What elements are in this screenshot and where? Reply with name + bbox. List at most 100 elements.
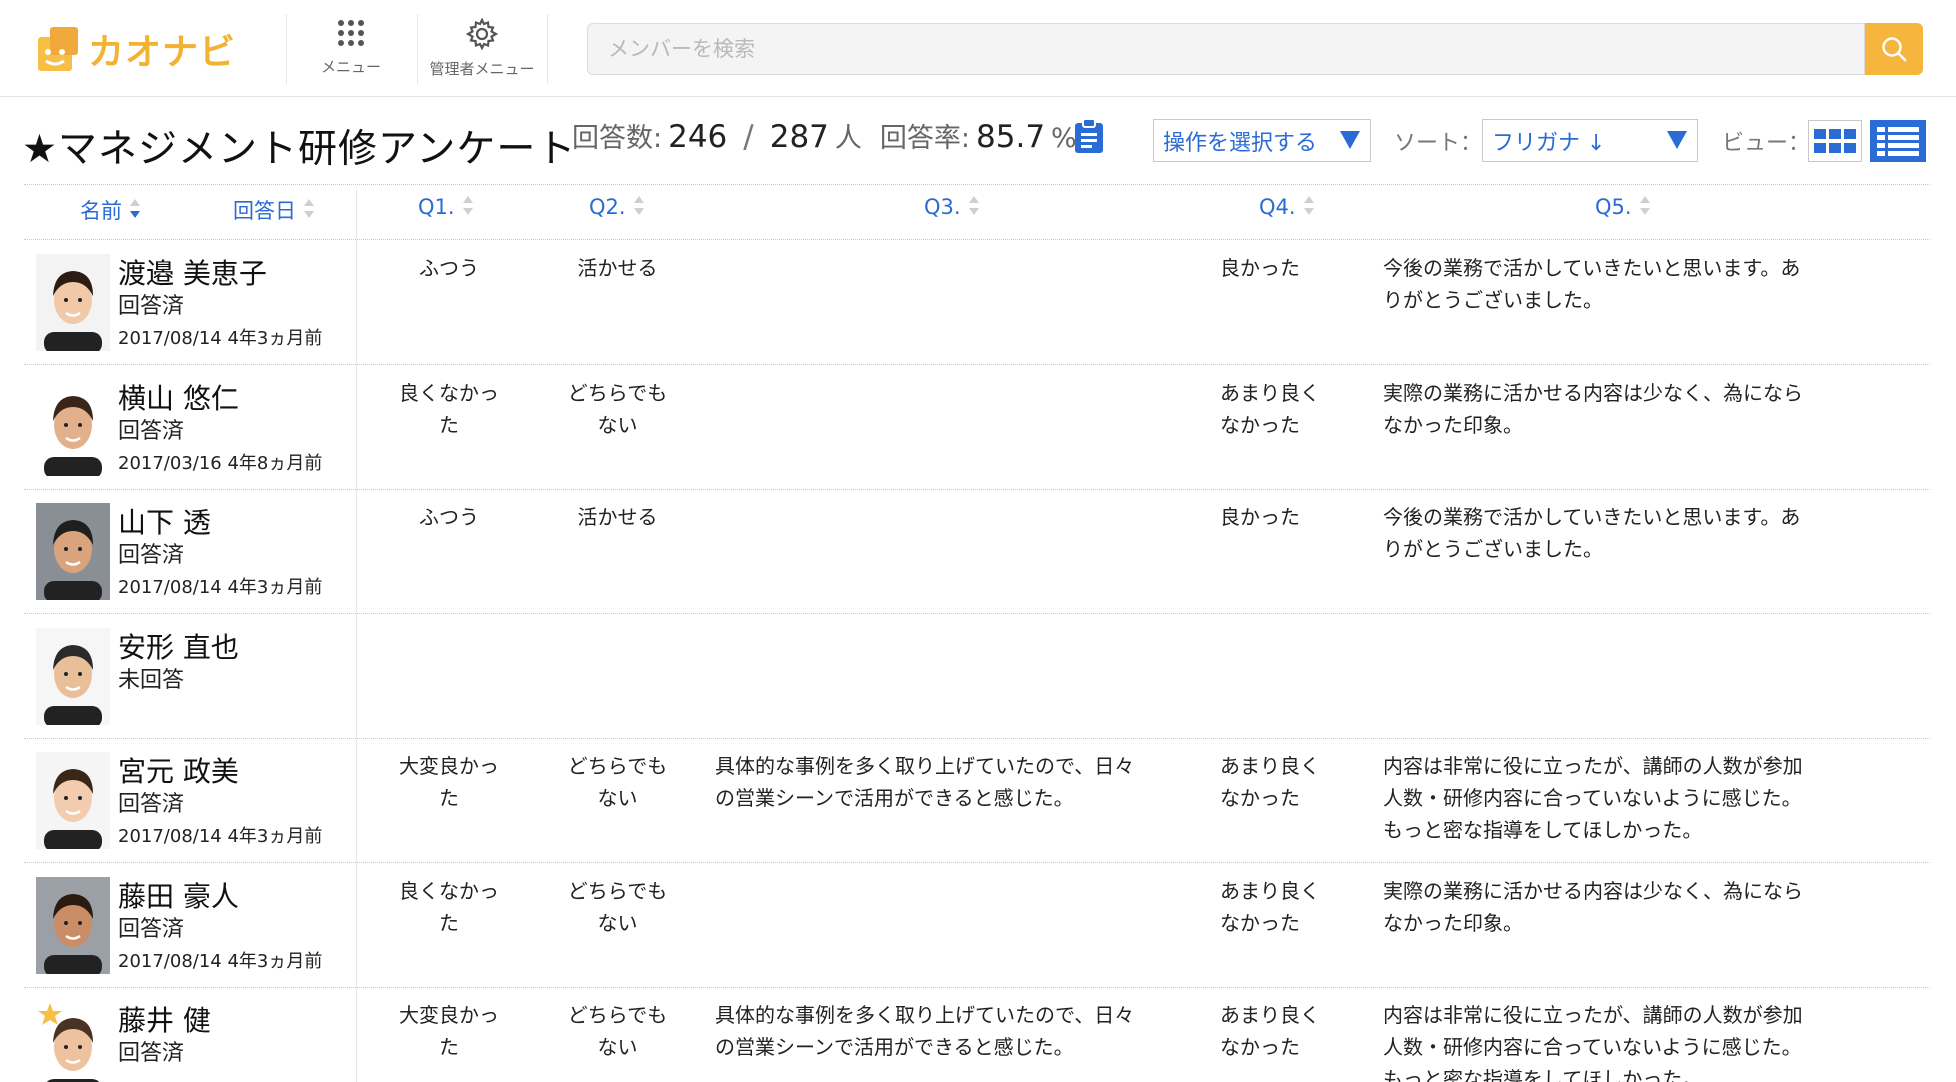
grid-dots-icon [338, 20, 364, 46]
answer-q5: 内容は非常に役に立ったが、講師の人数が参加 人数・研修内容に合っていないように感… [1383, 754, 1803, 842]
avatar[interactable] [36, 752, 110, 849]
avatar[interactable] [36, 877, 110, 974]
stats-slash: / [743, 119, 754, 155]
search-icon [1882, 37, 1907, 62]
sort-icon [1639, 195, 1651, 219]
answer-q1: 大変良かっ た [399, 1003, 499, 1059]
search-button[interactable] [1865, 23, 1923, 75]
kaonavi-logo[interactable]: カオナビ [36, 24, 236, 74]
responses-count: 246 [668, 119, 728, 155]
answer-q4: 良かった [1220, 256, 1300, 280]
page-title: ★マネジメント研修アンケート [22, 127, 577, 172]
answer-q4: あまり良く なかった [1220, 754, 1320, 810]
member-search-input[interactable] [587, 23, 1865, 75]
answer-q5: 実際の業務に活かせる内容は少なく、為になら なかった印象。 [1383, 879, 1803, 935]
avatar[interactable] [36, 254, 110, 351]
answer-status: 回答済 [118, 1041, 185, 1066]
member-name[interactable]: 安形 直也 [118, 626, 239, 666]
table-row[interactable]: 横山 悠仁 回答済 2017/03/16 4年8ヵ月前 良くなかっ た どちらでも ない… [24, 365, 1930, 489]
table-row[interactable]: 渡邉 美恵子 回答済 2017/08/14 4年3ヵ月前 ふつう 活かせる 良かった 今後の… [24, 240, 1930, 364]
answer-q5: 実際の業務に活かせる内容は少なく、為になら なかった印象。 [1383, 381, 1803, 437]
column-header-label: Q3. [924, 195, 961, 219]
answer-q1: ふつう [419, 505, 479, 529]
table-row[interactable]: 山下 透回答済 2017/08/14 4年3ヵ月前 ふつう 活かせる 良かった 今後の業務… [24, 489, 1930, 613]
column-header-q2[interactable]: Q2. [589, 195, 645, 219]
sort-icon [633, 195, 645, 219]
column-header-date[interactable]: 回答日 [233, 195, 315, 225]
column-header-q4[interactable]: Q4. [1259, 195, 1315, 219]
member-name[interactable]: 宮元 政美 [118, 750, 239, 790]
sort-icon [968, 195, 980, 219]
avatar[interactable] [36, 379, 110, 476]
answered-date: 2017/03/16 4年8ヵ月前 [118, 453, 323, 474]
column-header-q5[interactable]: Q5. [1595, 195, 1651, 219]
answer-q4: あまり良く なかった [1220, 1003, 1320, 1059]
answer-status: 回答済 [118, 419, 185, 444]
avatar[interactable] [36, 503, 110, 600]
sort-icon [462, 195, 474, 219]
avatar[interactable] [36, 628, 110, 725]
sort-select-value: フリガナ ↓ [1492, 130, 1606, 156]
answer-q1: 良くなかっ た [399, 381, 499, 437]
answer-q4: 良かった [1220, 505, 1300, 529]
sort-label: ソート： [1394, 131, 1483, 156]
answer-q2: どちらでも ない [567, 381, 668, 437]
response-stats: 回答数: 246 / 287 人 回答率: 85.7 % [572, 116, 1077, 155]
grid-view-icon[interactable] [1808, 120, 1862, 162]
column-header-q1[interactable]: Q1. [418, 195, 474, 219]
answer-status: 回答済 [118, 543, 185, 568]
header-divider [286, 14, 287, 84]
app-header: カオナビ メニュー 管理者メニュー [0, 0, 1956, 97]
answered-date: 2017/08/14 4年3ヵ月前 [118, 826, 323, 847]
dropdown-arrow-icon [1667, 131, 1687, 149]
avatar[interactable] [36, 1001, 110, 1082]
table-row[interactable]: 宮元 政美 回答済 2017/08/14 4年3ヵ月前 大変良かっ た どちらでも ない… [24, 738, 1930, 862]
sort-desc-icon [129, 198, 141, 222]
divider [24, 184, 1930, 185]
table-row[interactable]: 安形 直也 未回答 [24, 614, 1930, 738]
member-name[interactable]: 渡邉 美恵子 [118, 252, 267, 292]
answer-q2: どちらでも ない [567, 754, 668, 810]
people-unit: 人 [834, 123, 862, 154]
logo-face-icon [36, 25, 80, 73]
sort-icon [1303, 195, 1315, 219]
answer-q2: 活かせる [577, 256, 658, 280]
member-name[interactable]: 藤井 健 [118, 999, 211, 1039]
column-header-q3[interactable]: Q3. [924, 195, 980, 219]
answer-q3: 具体的な事例を多く取り上げていたので、日々 の営業シーンで活用ができると感じた。 [715, 754, 1135, 810]
action-select-value: 操作を選択する [1163, 130, 1318, 156]
answer-q5: 今後の業務で活かしていきたいと思います。あ りがとうございました。 [1383, 505, 1801, 561]
responses-label: 回答数: [572, 123, 663, 154]
action-select[interactable]: 操作を選択する [1153, 119, 1371, 162]
rate-label: 回答率: [879, 123, 971, 154]
answer-q4: あまり良く なかった [1220, 879, 1320, 935]
menu-button[interactable]: メニュー [315, 18, 387, 84]
table-row[interactable]: 藤田 豪人 回答済 2017/08/14 4年3ヵ月前 良くなかっ た どちらでも ない… [24, 863, 1930, 987]
table-row[interactable]: 藤井 健回答済 大変良かっ た どちらでも ない 具体的な事例を多く取り上げていたので… [24, 987, 1930, 1082]
gear-icon [466, 18, 498, 50]
answer-status: 回答済 [118, 792, 185, 817]
column-header-label: Q1. [418, 195, 455, 219]
clipboard-icon[interactable] [1073, 118, 1105, 154]
member-name[interactable]: 山下 透 [118, 501, 211, 541]
survey-toolbar: ★マネジメント研修アンケート 回答数: 246 / 287 人 回答率: 85.… [0, 98, 1956, 184]
answer-q4: あまり良く なかった [1220, 381, 1320, 437]
total-count: 287 [769, 119, 829, 155]
column-header-name[interactable]: 名前 [80, 195, 141, 225]
admin-menu-button[interactable]: 管理者メニュー [423, 18, 541, 84]
member-name[interactable]: 横山 悠仁 [118, 377, 239, 417]
menu-label: メニュー [320, 58, 381, 76]
logo-text: カオナビ [88, 32, 237, 73]
admin-menu-label: 管理者メニュー [429, 60, 535, 78]
answer-status: 未回答 [118, 668, 185, 693]
answer-q2: 活かせる [577, 505, 658, 529]
answer-q2: どちらでも ない [567, 1003, 668, 1059]
member-name[interactable]: 藤田 豪人 [118, 875, 239, 915]
list-view-icon[interactable] [1870, 120, 1926, 162]
answer-q5: 内容は非常に役に立ったが、講師の人数が参加 人数・研修内容に合っていないように感… [1383, 1003, 1803, 1082]
sort-select[interactable]: フリガナ ↓ [1482, 119, 1698, 162]
answer-status: 回答済 [118, 917, 185, 942]
header-divider [417, 14, 418, 84]
column-header-label: Q5. [1595, 195, 1632, 219]
answered-date: 2017/08/14 4年3ヵ月前 [118, 328, 323, 349]
